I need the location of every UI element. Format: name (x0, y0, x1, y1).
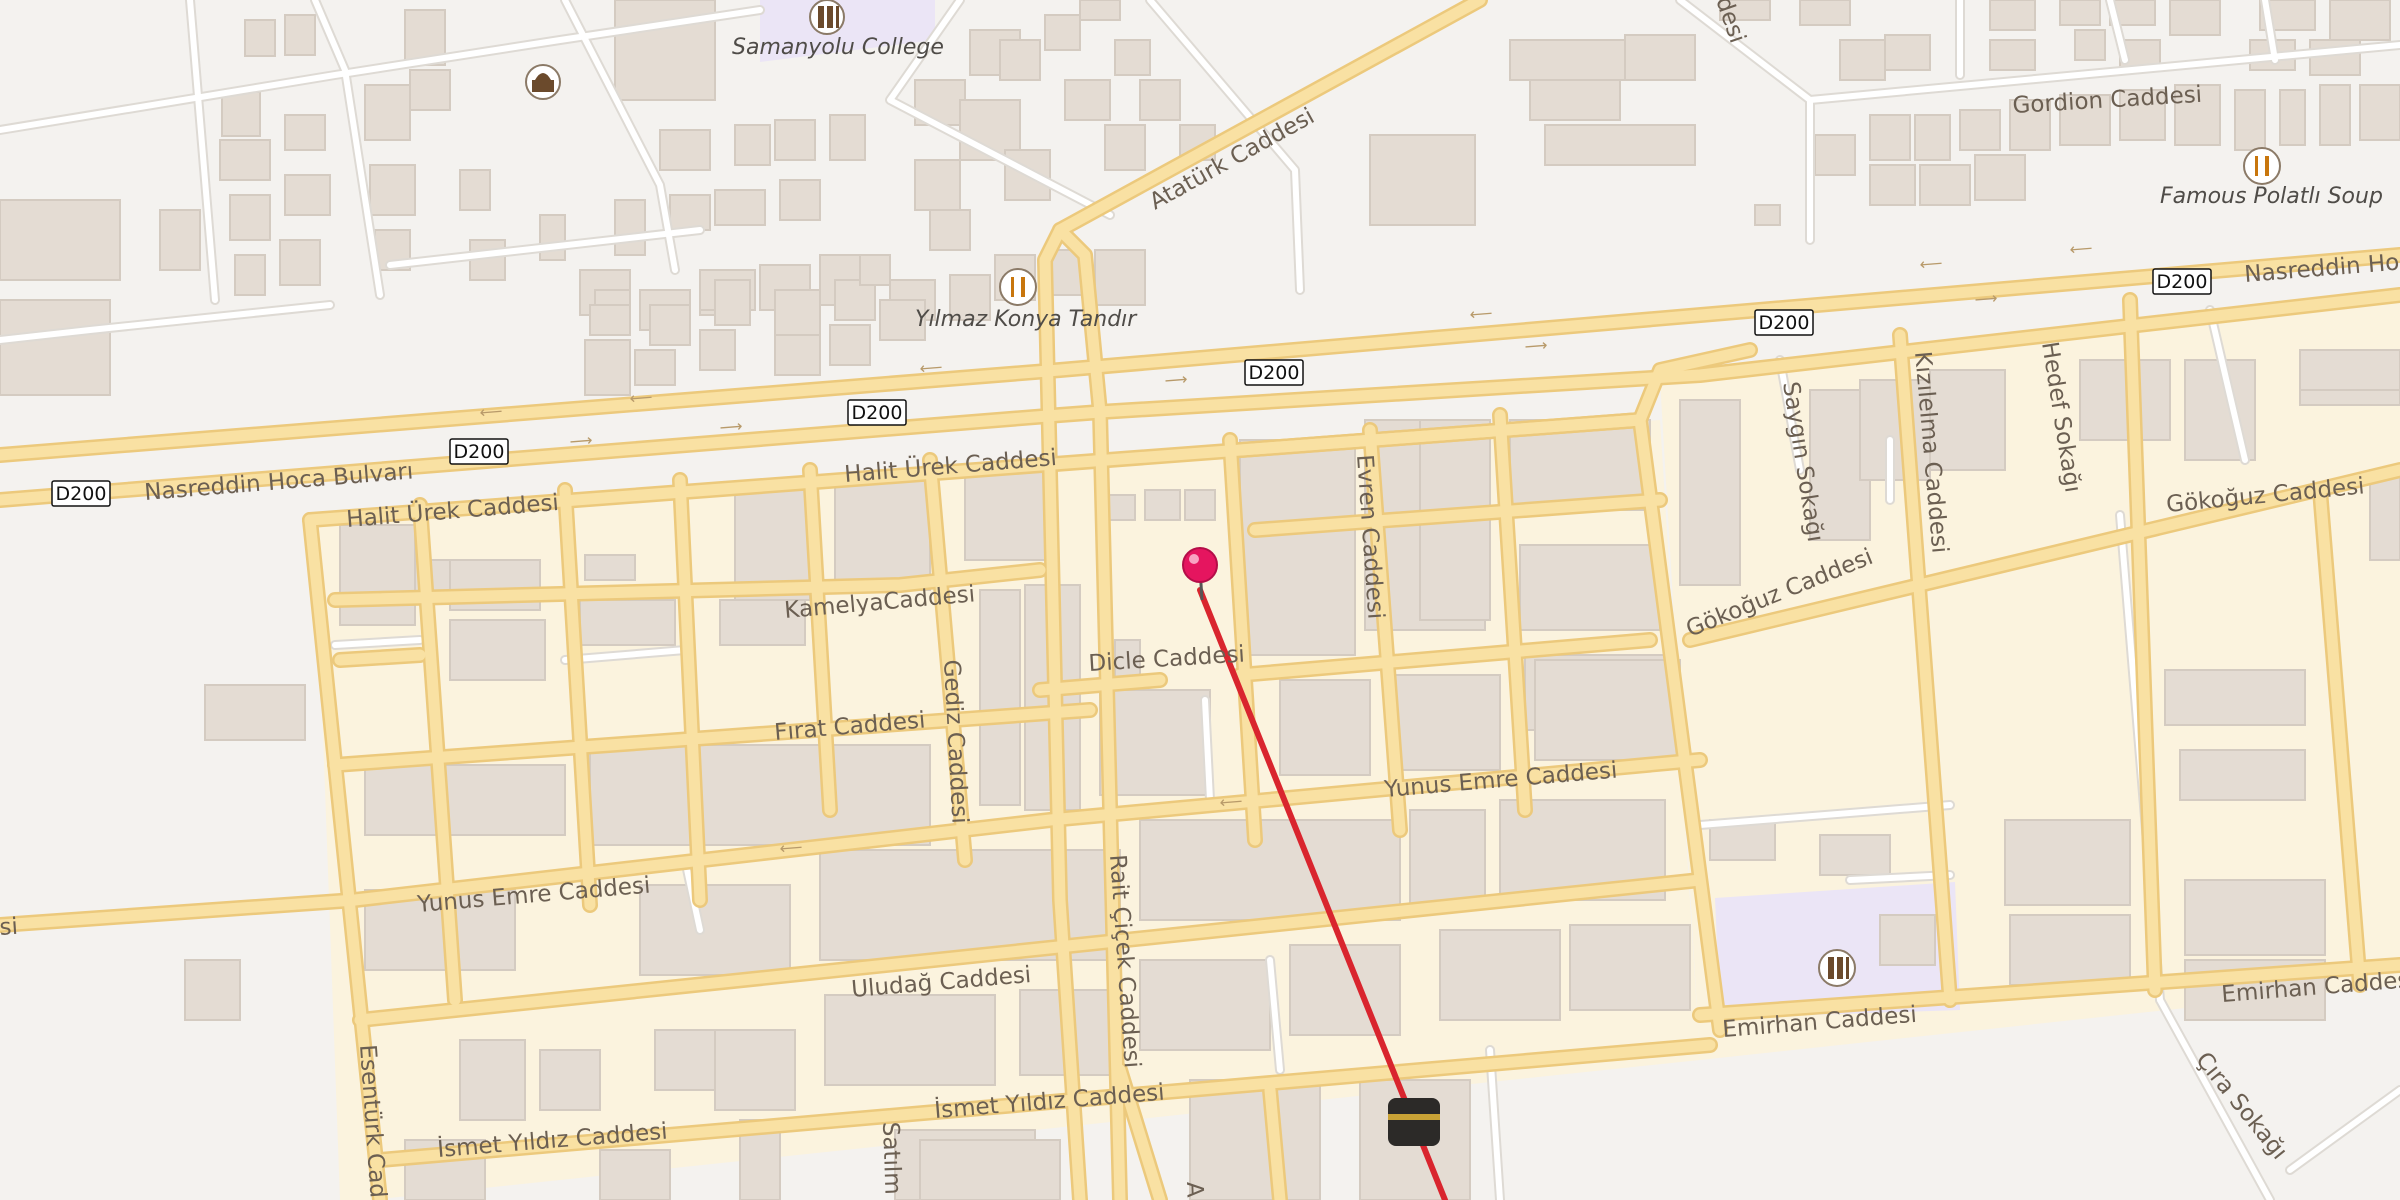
svg-text:⟵: ⟵ (2069, 238, 2093, 259)
svg-text:⟵: ⟵ (1469, 303, 1493, 324)
svg-text:⟵: ⟵ (479, 401, 503, 422)
svg-text:D200: D200 (56, 483, 107, 505)
street-label-cut-left: si (0, 914, 19, 941)
poi-label-samanyolu-college[interactable]: Samanyolu College (732, 35, 944, 60)
svg-text:⟵: ⟵ (1219, 791, 1243, 812)
street-label-a-cut: A (1181, 1181, 1208, 1198)
route-shield-d200: D200 (51, 480, 111, 507)
svg-text:D200: D200 (1249, 362, 1300, 384)
route-shield-d200: D200 (1754, 309, 1814, 336)
school-icon-east[interactable] (1818, 949, 1856, 987)
school-icon[interactable] (809, 0, 845, 35)
street-label-satilmis: Satılm (877, 1121, 906, 1195)
mosque-icon[interactable] (525, 64, 561, 100)
route-shield-d200: D200 (847, 399, 907, 426)
svg-text:D200: D200 (2157, 271, 2208, 293)
poi-label-yilmaz-konya-tandir[interactable]: Yılmaz Konya Tandır (915, 307, 1138, 332)
route-shield-d200: D200 (1244, 359, 1304, 386)
restaurant-icon-east[interactable] (2243, 147, 2281, 185)
svg-text:⟵: ⟵ (629, 387, 653, 408)
map-canvas[interactable]: ⟵ ⟵ ⟵ ⟵ ⟵ ⟵ ⟶ ⟶ ⟶ ⟶ ⟶ ⟵ ⟵ Samanyolu Coll… (0, 0, 2400, 1200)
restaurant-icon[interactable] (999, 268, 1037, 306)
svg-text:⟵: ⟵ (779, 837, 803, 858)
map-view[interactable]: ⟵ ⟵ ⟵ ⟵ ⟵ ⟵ ⟶ ⟶ ⟶ ⟶ ⟶ ⟵ ⟵ Samanyolu Coll… (0, 0, 2400, 1200)
kaaba-icon[interactable] (1388, 1098, 1440, 1146)
svg-text:⟶: ⟶ (719, 416, 743, 437)
svg-text:⟶: ⟶ (1164, 369, 1188, 390)
svg-text:⟶: ⟶ (1974, 288, 1998, 309)
route-shield-d200: D200 (449, 438, 509, 465)
svg-text:D200: D200 (454, 441, 505, 463)
svg-text:⟶: ⟶ (1524, 335, 1548, 356)
svg-text:D200: D200 (1759, 312, 1810, 334)
route-shield-d200: D200 (2152, 268, 2212, 295)
svg-text:⟵: ⟵ (1919, 253, 1943, 274)
svg-text:⟶: ⟶ (569, 430, 593, 451)
svg-text:⟵: ⟵ (919, 357, 943, 378)
poi-label-famous-polatli-soup[interactable]: Famous Polatlı Soup (2160, 184, 2383, 209)
svg-text:D200: D200 (852, 402, 903, 424)
